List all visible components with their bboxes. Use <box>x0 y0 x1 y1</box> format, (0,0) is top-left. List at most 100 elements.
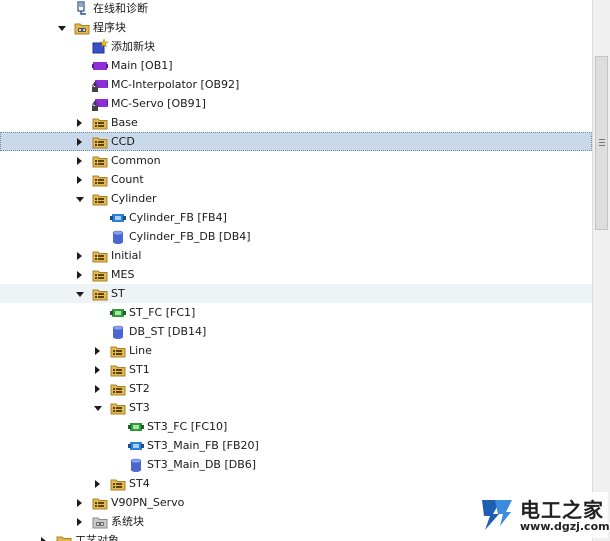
collapse-arrow-icon[interactable] <box>92 398 104 417</box>
fc-block-icon <box>110 305 126 321</box>
collapse-arrow-icon[interactable] <box>74 284 86 303</box>
thumb-grip-line <box>599 139 605 140</box>
folder-icon <box>92 115 108 131</box>
tree-row-st4[interactable]: ST4 <box>0 474 592 493</box>
folder-icon <box>92 248 108 264</box>
system-blocks-folder-icon <box>92 514 108 530</box>
tree-item-label: Cylinder <box>111 192 157 205</box>
tree-row-st3-main-db-db6[interactable]: ST3_Main_DB [DB6] <box>0 455 592 474</box>
thumb-grip-line <box>599 145 605 146</box>
folder-icon <box>92 267 108 283</box>
tree-row-st2[interactable]: ST2 <box>0 379 592 398</box>
tree-item-label: 添加新块 <box>111 40 155 53</box>
tree-item-label: MC-Interpolator [OB92] <box>111 78 240 91</box>
tree-row-cylinder-fb-fb4[interactable]: Cylinder_FB [FB4] <box>0 208 592 227</box>
tree-row-base[interactable]: Base <box>0 113 592 132</box>
tree-row-cylinder-fb-db-db4[interactable]: Cylinder_FB_DB [DB4] <box>0 227 592 246</box>
online-diagnostics-icon <box>74 1 90 17</box>
expand-arrow-icon[interactable] <box>92 360 104 379</box>
tree-item-label: Count <box>111 173 144 186</box>
tree-item-label: 工艺对象 <box>75 534 119 541</box>
expand-arrow-icon[interactable] <box>74 113 86 132</box>
tree-row-st3[interactable]: ST3 <box>0 398 592 417</box>
tree-row-main-ob1[interactable]: Main [OB1] <box>0 56 592 75</box>
tree-item-label: ST <box>111 287 125 300</box>
tree-item-label: ST4 <box>129 477 150 490</box>
folder-icon <box>92 286 108 302</box>
vertical-scrollbar[interactable] <box>592 0 610 541</box>
expand-arrow-icon[interactable] <box>74 170 86 189</box>
tree-row-st-fc-fc1[interactable]: ST_FC [FC1] <box>0 303 592 322</box>
scrollbar-thumb[interactable] <box>595 56 608 230</box>
tree-row-st3-fc-fc10[interactable]: ST3_FC [FC10] <box>0 417 592 436</box>
ob-block-icon <box>92 58 108 74</box>
tree-item-label: Initial <box>111 249 142 262</box>
watermark-title: 电工之家 <box>520 498 604 522</box>
tree-item-label: 在线和诊断 <box>93 2 148 15</box>
collapse-arrow-icon[interactable] <box>56 18 68 37</box>
fb-block-icon <box>110 210 126 226</box>
tree-item-label: ST1 <box>129 363 150 376</box>
tree-row-mes[interactable]: MES <box>0 265 592 284</box>
tree-row-item-0[interactable]: 在线和诊断 <box>0 0 592 18</box>
expand-arrow-icon[interactable] <box>74 265 86 284</box>
tree-item-label: DB_ST [DB14] <box>129 325 207 338</box>
tree-item-label: 程序块 <box>93 21 126 34</box>
folder-icon <box>92 172 108 188</box>
db-block-icon <box>110 229 126 245</box>
tree-row-item-2[interactable]: 添加新块 <box>0 37 592 56</box>
expand-arrow-icon[interactable] <box>92 379 104 398</box>
tree-item-label: Cylinder_FB_DB [DB4] <box>129 230 251 243</box>
folder-icon <box>92 153 108 169</box>
tree-row-st[interactable]: ST <box>0 284 592 303</box>
db-block-icon <box>110 324 126 340</box>
tree-row-st3-main-fb-fb20[interactable]: ST3_Main_FB [FB20] <box>0 436 592 455</box>
tree-row-item-1[interactable]: 程序块 <box>0 18 592 37</box>
folder-icon <box>110 400 126 416</box>
tree-row-cylinder[interactable]: Cylinder <box>0 189 592 208</box>
tree-item-label: ST3 <box>129 401 150 414</box>
tree-row-ccd[interactable]: CCD <box>0 132 592 151</box>
expand-arrow-icon[interactable] <box>38 531 50 541</box>
expand-arrow-icon[interactable] <box>74 151 86 170</box>
tree-row-common[interactable]: Common <box>0 151 592 170</box>
add-new-block-icon <box>92 39 108 55</box>
fb-block-icon <box>128 438 144 454</box>
tree-item-label: CCD <box>111 135 135 148</box>
collapse-arrow-icon[interactable] <box>74 189 86 208</box>
tree-item-label: Cylinder_FB [FB4] <box>129 211 227 224</box>
tree-item-label: MES <box>111 268 135 281</box>
program-blocks-folder-icon <box>74 20 90 36</box>
expand-arrow-icon[interactable] <box>74 246 86 265</box>
tree-item-label: Line <box>129 344 152 357</box>
tree-row-db-st-db14[interactable]: DB_ST [DB14] <box>0 322 592 341</box>
expand-arrow-icon[interactable] <box>74 512 86 531</box>
tree-row-mc-interpolator-ob92[interactable]: MC-Interpolator [OB92] <box>0 75 592 94</box>
folder-icon <box>110 476 126 492</box>
ob-block-locked-icon <box>92 96 108 112</box>
tree-row-st1[interactable]: ST1 <box>0 360 592 379</box>
thumb-grip-line <box>599 142 605 143</box>
expand-arrow-icon[interactable] <box>74 493 86 512</box>
folder-icon <box>92 134 108 150</box>
tree-item-label: MC-Servo [OB91] <box>111 97 206 110</box>
tree-row-initial[interactable]: Initial <box>0 246 592 265</box>
watermark-url: www.dgzj.com <box>520 520 610 533</box>
tree-row-count[interactable]: Count <box>0 170 592 189</box>
tree-row-mc-servo-ob91[interactable]: MC-Servo [OB91] <box>0 94 592 113</box>
technology-objects-folder-icon <box>56 533 72 541</box>
tree-item-label: ST_FC [FC1] <box>129 306 196 319</box>
tree-item-label: V90PN_Servo <box>111 496 185 509</box>
expand-arrow-icon[interactable] <box>92 341 104 360</box>
folder-icon <box>110 362 126 378</box>
db-block-icon <box>128 457 144 473</box>
folder-icon <box>110 381 126 397</box>
expand-arrow-icon[interactable] <box>74 132 86 151</box>
expand-arrow-icon[interactable] <box>92 474 104 493</box>
fc-block-icon <box>128 419 144 435</box>
tree-item-label: Main [OB1] <box>111 59 173 72</box>
folder-icon <box>92 191 108 207</box>
folder-icon <box>110 343 126 359</box>
tree-row-line[interactable]: Line <box>0 341 592 360</box>
folder-icon <box>92 495 108 511</box>
